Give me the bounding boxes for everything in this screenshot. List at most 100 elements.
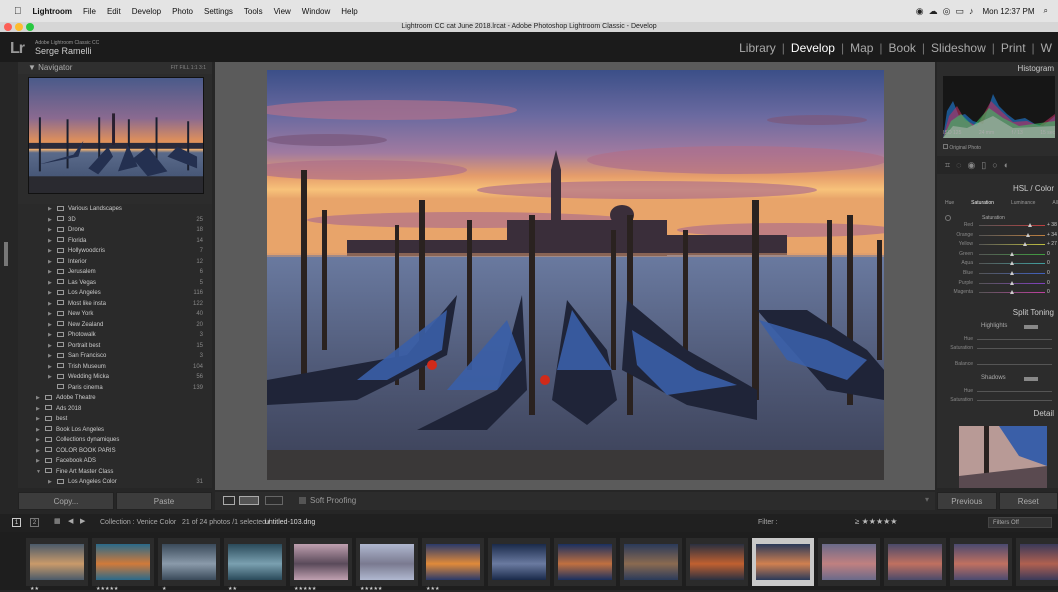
module-slideshow[interactable]: Slideshow <box>925 41 992 55</box>
disclosure-triangle-icon[interactable]: ▶ <box>48 257 57 268</box>
filmstrip-thumbnail[interactable]: ★★ <box>26 538 88 586</box>
filmstrip-thumbnail[interactable] <box>818 538 880 586</box>
saturation-slider-red[interactable] <box>979 225 1045 226</box>
filmstrip-thumbnail[interactable] <box>950 538 1012 586</box>
folder-row[interactable]: ▶Adobe Theatre <box>18 393 212 404</box>
disclosure-triangle-icon[interactable]: ▶ <box>48 204 57 215</box>
highlights-sat-slider[interactable] <box>977 348 1052 349</box>
slider-thumb[interactable] <box>1010 281 1014 285</box>
disclosure-triangle-icon[interactable]: ▶ <box>36 446 45 457</box>
radial-filter-icon[interactable]: ○ <box>992 160 997 170</box>
disclosure-triangle-icon[interactable]: ▶ <box>36 456 45 467</box>
disclosure-triangle-icon[interactable]: ▶ <box>48 362 57 373</box>
shadows-sat-slider[interactable] <box>977 400 1052 401</box>
back-arrow-icon[interactable]: ◀ <box>68 517 73 525</box>
filmstrip-thumbnail[interactable] <box>488 538 550 586</box>
filmstrip-thumbnail[interactable]: ★★★★★ <box>356 538 418 586</box>
folder-row[interactable]: ▶Drone18 <box>18 225 212 236</box>
folder-row[interactable]: ▶San Francisco3 <box>18 351 212 362</box>
folder-row[interactable]: ▼Fine Art Master Class <box>18 467 212 478</box>
saturation-value[interactable]: 0 <box>1047 289 1050 295</box>
folder-row[interactable]: ▶Las Vegas5 <box>18 278 212 289</box>
folder-row[interactable]: ▶Most like insta122 <box>18 299 212 310</box>
slider-thumb[interactable] <box>1010 271 1014 275</box>
tab-luminance[interactable]: Luminance <box>1011 200 1035 206</box>
folder-row[interactable]: ▶Hollywoodcris7 <box>18 246 212 257</box>
volume-icon[interactable]: ♪ <box>969 6 974 17</box>
toolbar-menu-icon[interactable]: ▾ <box>925 495 929 504</box>
folder-row[interactable]: ▶Florida14 <box>18 236 212 247</box>
main-photo[interactable] <box>267 70 884 480</box>
saturation-value[interactable]: 0 <box>1047 270 1050 276</box>
saturation-slider-orange[interactable] <box>979 235 1045 236</box>
collection-label[interactable]: Collection : Venice Color <box>100 519 176 526</box>
filmstrip-thumbnail[interactable] <box>752 538 814 586</box>
filmstrip-thumbnail[interactable] <box>884 538 946 586</box>
folder-row[interactable]: ▶3D25 <box>18 215 212 226</box>
minimize-icon[interactable] <box>15 23 23 31</box>
filters-off-dropdown[interactable]: Filters Off <box>988 517 1052 528</box>
close-icon[interactable] <box>4 23 12 31</box>
saturation-value[interactable]: 0 <box>1047 280 1050 286</box>
histogram[interactable] <box>943 76 1055 138</box>
highlights-swatch[interactable] <box>1024 325 1038 329</box>
paste-button[interactable]: Paste <box>116 492 212 510</box>
disclosure-triangle-icon[interactable]: ▶ <box>48 299 57 310</box>
saturation-value[interactable]: + 34 <box>1047 232 1057 238</box>
menu-item-window[interactable]: Window <box>302 7 330 16</box>
target-adjust-icon[interactable] <box>945 215 951 221</box>
disclosure-triangle-icon[interactable]: ▶ <box>36 425 45 436</box>
tab-hue[interactable]: Hue <box>945 200 954 206</box>
previous-button[interactable]: Previous <box>937 492 997 510</box>
page-2-button[interactable]: 2 <box>30 518 39 527</box>
filmstrip-thumbnail[interactable]: ★★★★★ <box>290 538 352 586</box>
module-library[interactable]: Library <box>733 41 782 55</box>
split-toning-title[interactable]: Split Toning <box>1013 308 1054 317</box>
module-print[interactable]: Print <box>995 41 1032 55</box>
folder-row[interactable]: ▶Wedding Micka56 <box>18 372 212 383</box>
menu-item-file[interactable]: File <box>83 7 96 16</box>
folder-row[interactable]: ▶New Zealand20 <box>18 320 212 331</box>
spot-removal-icon[interactable]: ◌ <box>956 160 961 170</box>
disclosure-triangle-icon[interactable]: ▶ <box>36 393 45 404</box>
menu-item-photo[interactable]: Photo <box>172 7 193 16</box>
hsl-title[interactable]: HSL / Color <box>1013 184 1054 193</box>
disclosure-triangle-icon[interactable]: ▶ <box>48 341 57 352</box>
folder-row[interactable]: ▶Jerusalem6 <box>18 267 212 278</box>
brush-tool-icon[interactable]: ◐ <box>1004 160 1009 170</box>
navigator-header[interactable]: ▼ Navigator FIT FILL 1:1 3:1 <box>18 62 212 74</box>
selected-file[interactable]: untitled-103.dng <box>265 519 315 526</box>
saturation-value[interactable]: 0 <box>1047 251 1050 257</box>
filmstrip-thumbnail[interactable] <box>554 538 616 586</box>
original-photo-checkbox[interactable]: Original Photo <box>943 144 981 151</box>
disclosure-triangle-icon[interactable]: ▶ <box>48 246 57 257</box>
slider-thumb[interactable] <box>1010 290 1014 294</box>
soft-proofing-checkbox[interactable] <box>299 497 306 504</box>
balance-slider[interactable] <box>977 364 1052 365</box>
battery-icon[interactable]: ▭ <box>955 6 964 17</box>
filmstrip-thumbnail[interactable]: ★★★★★ <box>92 538 154 586</box>
disclosure-triangle-icon[interactable]: ▶ <box>48 330 57 341</box>
maximize-icon[interactable] <box>26 23 34 31</box>
graduated-filter-icon[interactable]: ▯ <box>981 160 986 171</box>
shadows-swatch[interactable] <box>1024 377 1038 381</box>
redeye-tool-icon[interactable]: ◉ <box>967 160 975 171</box>
folder-row[interactable]: ▶best <box>18 414 212 425</box>
folder-row[interactable]: ▶Facebook ADS <box>18 456 212 467</box>
module-w[interactable]: W <box>1035 41 1058 55</box>
slider-thumb[interactable] <box>1023 242 1027 246</box>
loupe-view-icon[interactable] <box>223 496 235 505</box>
folder-row[interactable]: ▶Collections dynamiques <box>18 435 212 446</box>
copy-button[interactable]: Copy... <box>18 492 114 510</box>
module-develop[interactable]: Develop <box>785 41 841 55</box>
saturation-value[interactable]: 0 <box>1047 260 1050 266</box>
yy-view-icon[interactable] <box>265 496 283 505</box>
crop-tool-icon[interactable]: ⌗ <box>945 160 950 171</box>
disclosure-triangle-icon[interactable]: ▶ <box>48 351 57 362</box>
disclosure-triangle-icon[interactable]: ▼ <box>36 467 45 478</box>
folder-row[interactable]: ▶COLOR BOOK PARIS <box>18 446 212 457</box>
filmstrip-thumbnail[interactable]: ★★★ <box>422 538 484 586</box>
menu-item-develop[interactable]: Develop <box>132 7 161 16</box>
detail-title[interactable]: Detail <box>1034 409 1054 418</box>
filmstrip-thumbnail[interactable] <box>620 538 682 586</box>
